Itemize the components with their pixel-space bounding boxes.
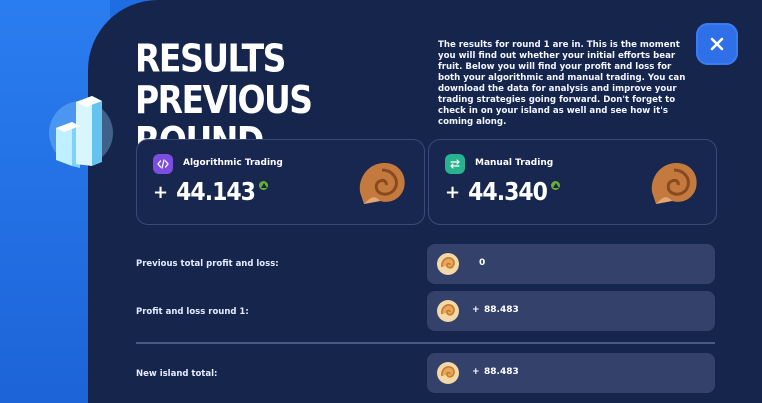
close-button[interactable] [696, 23, 738, 65]
shell-icon [359, 162, 405, 204]
new-island-total-amount: 88.483 [484, 367, 519, 377]
intro-text: The results for round 1 are in. This is … [438, 40, 686, 127]
divider [136, 342, 715, 344]
shell-coin-icon [437, 362, 459, 384]
manual-trading-label: Manual Trading [475, 158, 554, 168]
previous-total-amount: 0 [479, 258, 486, 268]
shell-icon [651, 162, 697, 204]
code-icon [153, 154, 173, 174]
previous-total-pill: 0 [427, 244, 715, 284]
round-pnl-amount: 88.483 [484, 305, 519, 315]
bar-chart-icon [49, 96, 113, 168]
round-pnl-label: Profit and loss round 1: [136, 307, 249, 317]
up-arrow-icon [259, 181, 268, 190]
shell-coin-icon [437, 300, 459, 322]
manual-sign: + [445, 182, 461, 203]
manual-value: 44.340 [468, 178, 548, 207]
shell-coin-icon [437, 253, 459, 275]
new-island-total-pill: + 88.483 [427, 353, 715, 393]
close-icon [710, 37, 724, 51]
algorithmic-trading-label: Algorithmic Trading [183, 158, 283, 168]
up-arrow-icon [551, 181, 560, 190]
algorithmic-sign: + [153, 182, 169, 203]
manual-trading-card: Manual Trading + 44.340 [428, 139, 717, 225]
previous-total-label: Previous total profit and loss: [136, 259, 279, 269]
algorithmic-value: 44.143 [176, 178, 256, 207]
algorithmic-trading-card: Algorithmic Trading + 44.143 [136, 139, 425, 225]
swap-icon [445, 154, 465, 174]
new-island-total-sign: + [472, 367, 480, 377]
round-pnl-pill: + 88.483 [427, 291, 715, 331]
new-island-total-label: New island total: [136, 369, 218, 379]
round-pnl-sign: + [472, 305, 480, 315]
